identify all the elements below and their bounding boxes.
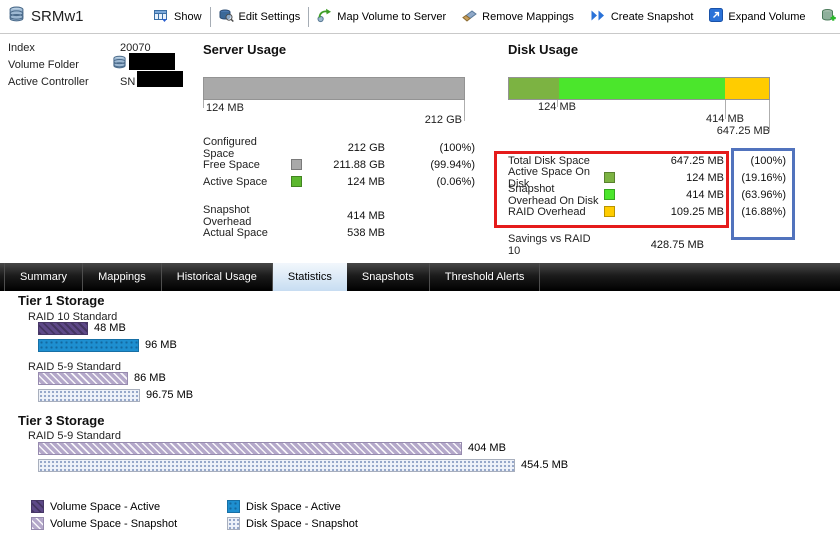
volume-folder-label: Volume Folder — [8, 59, 79, 71]
disk-tick-label-1: 124 MB — [538, 101, 576, 113]
edit-settings-button[interactable]: Edit Settings — [211, 8, 309, 26]
create-boot-button[interactable]: Create Boot from SA — [813, 8, 840, 26]
tab-snapshots[interactable]: Snapshots — [347, 263, 430, 291]
edit-settings-icon — [219, 8, 234, 26]
create-snapshot-icon — [590, 9, 606, 25]
tier3-raid59-disk-bar — [38, 459, 515, 472]
stat-row-savings: Savings vs RAID 10 428.75 MB — [508, 236, 728, 253]
legend-disk-snapshot: Disk Space - Snapshot — [227, 517, 358, 530]
legend-disk-active: Disk Space - Active — [227, 500, 341, 513]
volume-active-swatch — [31, 500, 44, 513]
redacted-volume-folder-name — [129, 53, 175, 70]
disk-tick-label-3: 647.25 MB — [690, 125, 770, 137]
disk-usage-bar — [508, 77, 770, 100]
bar-value-label: 454.5 MB — [521, 459, 568, 471]
disk-snapshot-swatch — [227, 517, 240, 530]
server-tick-left — [203, 100, 204, 108]
tier1-raid59-volume-bar — [38, 372, 128, 385]
legend-volume-active: Volume Space - Active — [31, 500, 160, 513]
volume-snapshot-swatch — [31, 517, 44, 530]
volume-icon — [8, 6, 25, 26]
free-space-swatch — [291, 159, 302, 170]
bar-value-label: 404 MB — [468, 442, 506, 454]
tab-historical-usage[interactable]: Historical Usage — [162, 263, 273, 291]
stat-row-free-space: Free Space 211.88 GB (99.94%) — [203, 156, 475, 173]
active-on-disk-swatch — [604, 172, 615, 183]
active-controller-value: SN — [120, 76, 135, 88]
disk-bar-raid-segment — [725, 78, 769, 99]
remove-mappings-icon — [462, 8, 477, 26]
tab-bar: Summary Mappings Historical Usage Statis… — [0, 263, 840, 291]
create-boot-icon — [821, 8, 836, 26]
create-snapshot-button[interactable]: Create Snapshot — [582, 9, 702, 25]
expand-volume-button[interactable]: Expand Volume — [701, 8, 813, 25]
remove-mappings-label: Remove Mappings — [482, 11, 574, 23]
tier3-title: Tier 3 Storage — [18, 413, 104, 428]
create-snapshot-label: Create Snapshot — [611, 11, 694, 23]
expand-volume-label: Expand Volume — [728, 11, 805, 23]
remove-mappings-button[interactable]: Remove Mappings — [454, 8, 582, 26]
stat-row-configured-space: Configured Space 212 GB (100%) — [203, 139, 475, 156]
map-volume-icon — [317, 8, 332, 26]
volume-folder-icon — [112, 55, 127, 73]
edit-settings-label: Edit Settings — [239, 11, 301, 23]
bar-row: 48 MB — [38, 321, 126, 335]
tab-threshold-alerts[interactable]: Threshold Alerts — [430, 263, 540, 291]
tab-summary[interactable]: Summary — [4, 263, 83, 291]
raid-overhead-swatch — [604, 206, 615, 217]
disk-usage-stats: Total Disk Space 647.25 MB (100%) Active… — [508, 152, 788, 220]
server-tick-label-left: 124 MB — [206, 102, 244, 114]
redacted-controller-serial — [137, 71, 183, 87]
bar-value-label: 96 MB — [145, 339, 177, 351]
tab-mappings[interactable]: Mappings — [83, 263, 162, 291]
stat-row-snapshot-overhead-on-disk: Snapshot Overhead On Disk 414 MB (63.96%… — [508, 186, 788, 203]
index-label: Index — [8, 42, 35, 54]
tier1-title: Tier 1 Storage — [18, 293, 104, 308]
disk-bar-active-segment — [509, 78, 559, 99]
bar-row: 96 MB — [38, 338, 177, 352]
map-volume-button[interactable]: Map Volume to Server — [309, 8, 454, 26]
server-usage-stats: Configured Space 212 GB (100%) Free Spac… — [203, 139, 475, 241]
disk-bar-snapshot-segment — [559, 78, 725, 99]
bar-row: 454.5 MB — [38, 458, 568, 472]
active-space-swatch — [291, 176, 302, 187]
bar-value-label: 86 MB — [134, 372, 166, 384]
storage-center-volume-view: SRMw1 Show Edit Settings Map Volume to S… — [0, 0, 840, 550]
server-tick-label-right: 212 GB — [408, 114, 462, 126]
stat-row-active-space: Active Space 124 MB (0.06%) — [203, 173, 475, 190]
stat-row-snapshot-overhead: Snapshot Overhead 414 MB — [203, 207, 475, 224]
bar-row: 404 MB — [38, 441, 506, 455]
tier1-raid59-disk-bar — [38, 389, 140, 402]
tier3-raid59-volume-bar — [38, 442, 462, 455]
bar-row: 96.75 MB — [38, 388, 193, 402]
show-icon — [154, 8, 169, 26]
disk-usage-title: Disk Usage — [508, 42, 578, 57]
disk-tick-label-2: 414 MB — [706, 113, 744, 125]
tier1-raid10-disk-bar — [38, 339, 139, 352]
stat-row-raid-overhead: RAID Overhead 109.25 MB (16.88%) — [508, 203, 788, 220]
tab-statistics[interactable]: Statistics — [273, 263, 347, 291]
toolbar: Show Edit Settings Map Volume to Server … — [146, 0, 840, 33]
bar-value-label: 48 MB — [94, 322, 126, 334]
stat-row-actual-space: Actual Space 538 MB — [203, 224, 475, 241]
volume-title: SRMw1 — [8, 6, 84, 26]
tier1-raid10-volume-bar — [38, 322, 88, 335]
bar-value-label: 96.75 MB — [146, 389, 193, 401]
show-button[interactable]: Show — [146, 8, 210, 26]
snapshot-on-disk-swatch — [604, 189, 615, 200]
server-tick-right — [464, 100, 465, 121]
server-usage-title: Server Usage — [203, 42, 286, 57]
map-volume-label: Map Volume to Server — [337, 11, 446, 23]
server-usage-bar — [203, 77, 465, 100]
expand-volume-icon — [709, 8, 723, 25]
active-controller-label: Active Controller — [8, 76, 89, 88]
bar-row: 86 MB — [38, 371, 166, 385]
show-label: Show — [174, 11, 202, 23]
page-title: SRMw1 — [31, 8, 84, 25]
legend-volume-snapshot: Volume Space - Snapshot — [31, 517, 177, 530]
header-bar: SRMw1 Show Edit Settings Map Volume to S… — [0, 0, 840, 34]
disk-active-swatch — [227, 500, 240, 513]
savings-row-wrap: Savings vs RAID 10 428.75 MB — [508, 236, 728, 253]
